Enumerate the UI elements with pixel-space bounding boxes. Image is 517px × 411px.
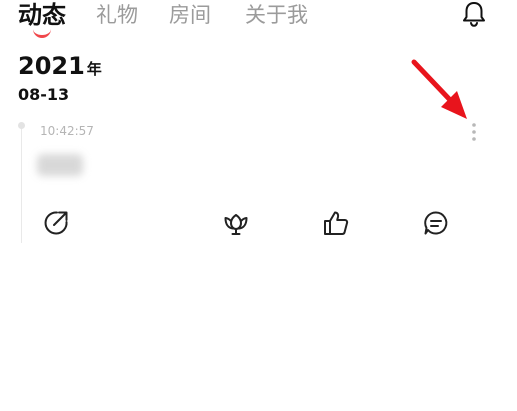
date-month-day: 08-13 — [18, 85, 70, 104]
tab-dynamics[interactable]: 动态 — [18, 0, 66, 30]
post-time: 10:42:57 — [40, 124, 94, 138]
tab-about-me[interactable]: 关于我 — [245, 0, 308, 30]
share-icon[interactable] — [41, 208, 71, 238]
post-content-blurred — [37, 154, 83, 176]
gift-icon[interactable] — [221, 208, 251, 238]
year-unit: 年 — [86, 60, 102, 78]
timeline-dot — [18, 122, 25, 129]
top-tab-bar: 动态 礼物 房间 关于我 — [0, 0, 517, 40]
timeline-line — [21, 128, 22, 243]
active-tab-indicator — [33, 27, 51, 38]
comment-icon[interactable] — [421, 208, 451, 238]
year-value: 2021 — [18, 52, 85, 80]
tab-gifts[interactable]: 礼物 — [96, 0, 138, 30]
tab-rooms[interactable]: 房间 — [169, 0, 211, 30]
like-icon[interactable] — [321, 208, 351, 238]
annotation-arrow-icon — [411, 59, 467, 119]
bell-icon[interactable] — [460, 0, 488, 28]
more-options-icon[interactable] — [468, 122, 480, 144]
date-year: 2021 年 — [18, 52, 102, 80]
